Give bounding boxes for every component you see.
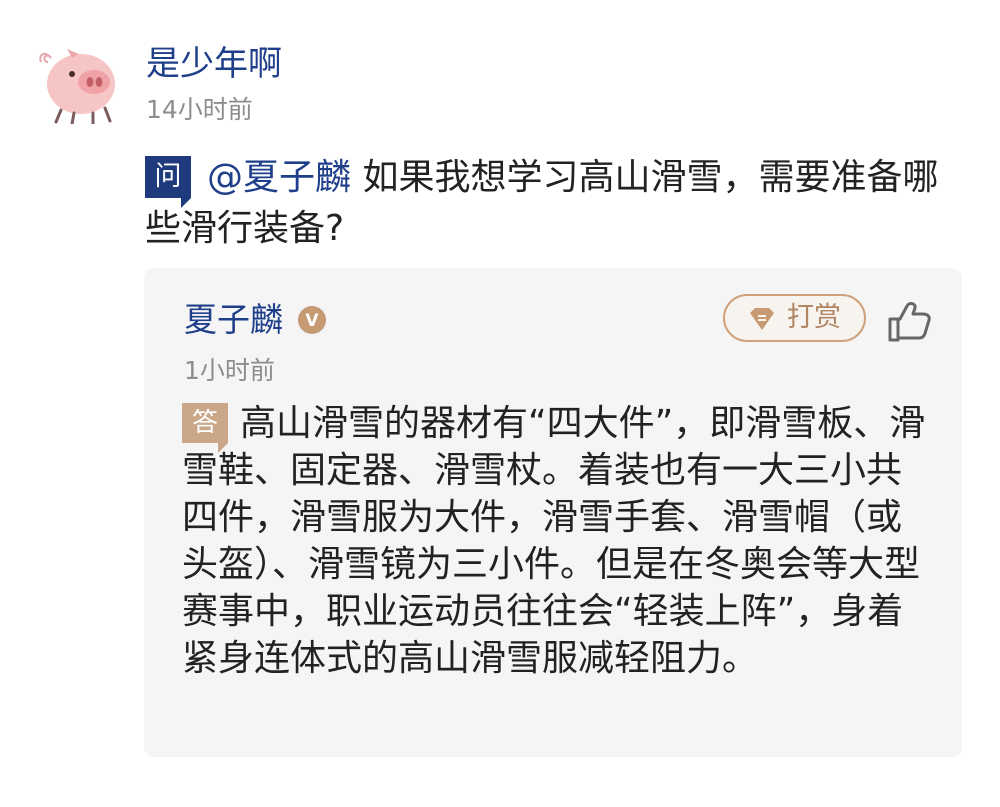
question-text-block: 问 @夏子麟 如果我想学习高山滑雪，需要准备哪些滑行装备? [145, 152, 965, 254]
reward-label: 打赏 [787, 302, 841, 333]
answerer-name[interactable]: 夏子麟 [184, 298, 283, 342]
answer-content: 高山滑雪的器材有“四大件”，即滑雪板、滑雪鞋、固定器、滑雪杖。着装也有一大三小共… [182, 403, 926, 679]
diamond-icon [750, 308, 774, 330]
pig-avatar-icon[interactable] [38, 46, 122, 124]
verified-badge-letter: V [305, 311, 319, 331]
reward-button[interactable]: 打赏 [723, 294, 866, 342]
thumbs-up-icon[interactable] [887, 302, 931, 342]
answer-text-block: 答高山滑雪的器材有“四大件”，即滑雪板、滑雪鞋、固定器、滑雪杖。着装也有一大三小… [182, 400, 926, 682]
post-timestamp: 14小时前 [146, 95, 253, 124]
answer-timestamp: 1小时前 [184, 356, 275, 385]
answer-tag: 答 [182, 403, 228, 453]
mention-link[interactable]: @夏子麟 [207, 157, 351, 198]
question-tag: 问 [145, 156, 191, 208]
verified-badge-icon: V [298, 306, 326, 334]
answer-card: 夏子麟 V 打赏 1小时前 答高山滑雪的器材有“四大件”，即滑雪板、滑雪鞋、固定… [144, 268, 962, 757]
post-username[interactable]: 是少年啊 [146, 41, 282, 87]
